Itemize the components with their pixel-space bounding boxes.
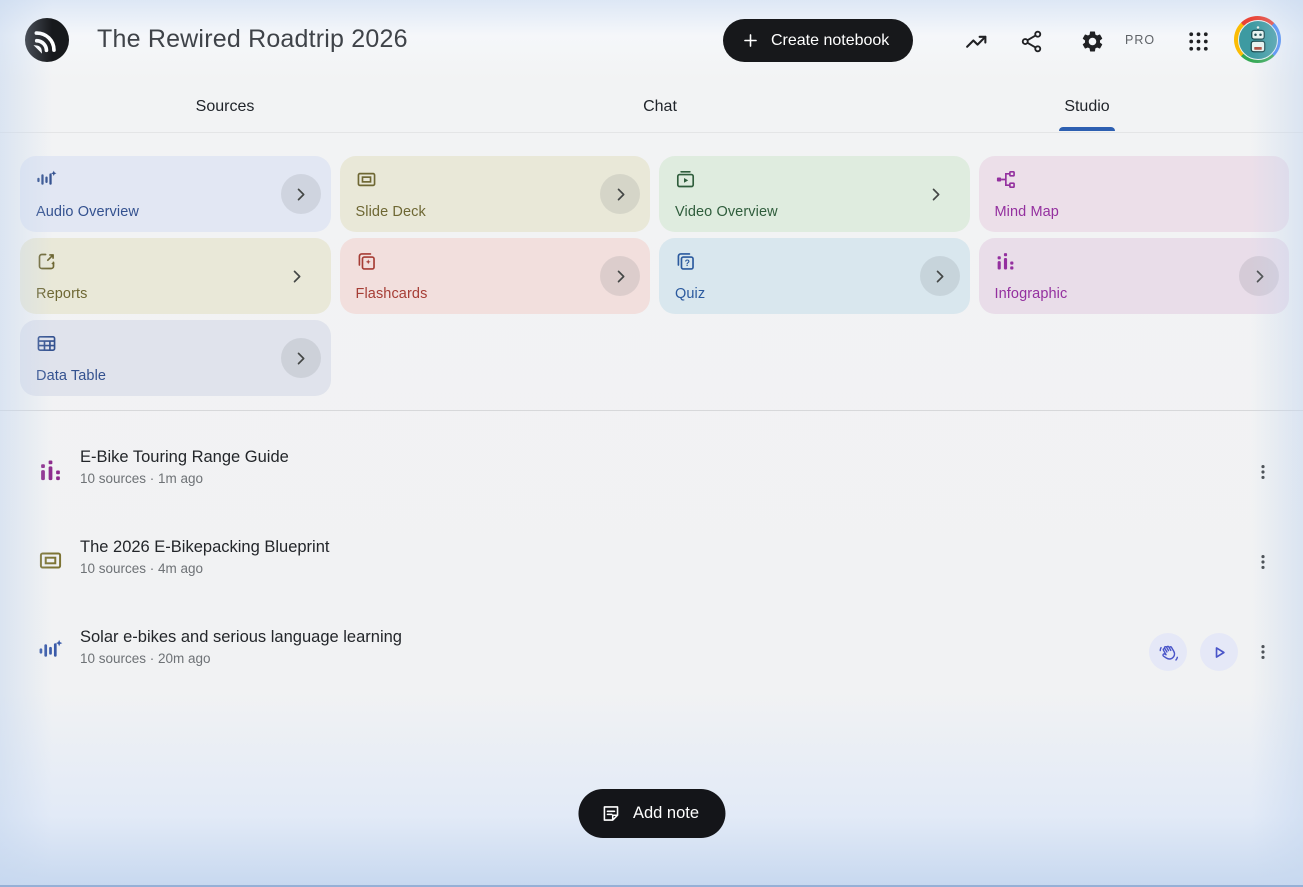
tool-label: Data Table [36, 368, 107, 384]
play-button[interactable] [1200, 633, 1238, 671]
studio-tools-grid: Audio Overview Slide Deck Video Overview Mi… [20, 156, 1289, 396]
tool-label: Audio Overview [36, 204, 139, 220]
tool-label: Quiz [675, 286, 706, 302]
infographic-icon [995, 251, 1016, 272]
artifact-title: Solar e-bikes and serious language learn… [80, 628, 402, 646]
artifact-title: The 2026 E-Bikepacking Blueprint [80, 538, 330, 556]
tab-sources[interactable]: Sources [196, 98, 255, 116]
chevron-right-icon[interactable] [916, 174, 956, 214]
artifact-meta: 10 sources · 20m ago [80, 651, 211, 666]
artifact-meta: 10 sources · 4m ago [80, 561, 204, 576]
data-table-icon [36, 333, 57, 354]
create-notebook-label: Create notebook [771, 31, 890, 49]
tab-bar: Sources Chat Studio [0, 88, 1303, 133]
artifact-text: Solar e-bikes and serious language learn… [80, 628, 402, 666]
chevron-right-icon[interactable] [280, 338, 321, 378]
tool-label: Slide Deck [355, 204, 426, 220]
section-divider [0, 410, 1303, 411]
more-options-icon[interactable] [1251, 543, 1275, 581]
avatar-robot-image [1237, 19, 1278, 60]
tool-label: Video Overview [675, 204, 778, 220]
artifact-actions [1251, 543, 1275, 581]
chevron-right-icon[interactable] [919, 256, 960, 296]
more-options-icon[interactable] [1251, 453, 1275, 491]
audio-waveform-icon [38, 638, 63, 663]
tool-label: Infographic [994, 286, 1068, 302]
add-note-button[interactable]: Add note [577, 789, 726, 838]
chevron-right-icon[interactable] [600, 174, 640, 214]
notebooklm-page: The Rewired Roadtrip 2026 Create noteboo… [0, 0, 1303, 887]
note-icon [603, 806, 618, 821]
artifact-row[interactable]: The 2026 E-Bikepacking Blueprint 10 sourc… [0, 530, 1303, 594]
mind-map-icon [995, 169, 1016, 190]
tool-card-slide-deck[interactable]: Slide Deck [339, 156, 650, 232]
quiz-icon: ? [675, 251, 696, 272]
video-overview-icon [675, 169, 696, 190]
audio-waveform-icon [36, 169, 57, 190]
interactive-mode-button[interactable] [1149, 633, 1187, 671]
tool-card-reports[interactable]: Reports [20, 238, 331, 314]
artifact-row[interactable]: E-Bike Touring Range Guide 10 sources · 1… [0, 440, 1303, 504]
infographic-icon [38, 458, 63, 483]
notebook-title[interactable]: The Rewired Roadtrip 2026 [97, 25, 408, 54]
tool-card-audio-overview[interactable]: Audio Overview [20, 156, 331, 232]
apps-grid-icon[interactable] [1185, 28, 1211, 54]
artifact-actions [1251, 453, 1275, 491]
tool-label: Flashcards [355, 286, 428, 302]
tool-card-infographic[interactable]: Infographic [978, 238, 1289, 314]
artifact-title: E-Bike Touring Range Guide [80, 448, 289, 466]
tool-card-video-overview[interactable]: Video Overview [659, 156, 970, 232]
add-note-label: Add note [632, 804, 700, 822]
pro-badge: PRO [1125, 33, 1156, 47]
tool-card-mind-map[interactable]: Mind Map [978, 156, 1289, 232]
slide-deck-icon [356, 169, 377, 190]
logo-wave-icon [33, 31, 56, 54]
reports-icon [36, 251, 57, 272]
active-tab-indicator [1059, 127, 1115, 131]
analytics-trending-icon[interactable] [963, 28, 989, 54]
tool-card-quiz[interactable]: ? Quiz [659, 238, 970, 314]
tab-studio[interactable]: Studio [1064, 98, 1109, 116]
tab-chat[interactable]: Chat [643, 98, 677, 116]
notebooklm-logo[interactable] [25, 18, 69, 62]
chevron-right-icon[interactable] [1239, 256, 1279, 296]
plus-icon [744, 34, 757, 47]
tool-label: Reports [36, 286, 88, 302]
artifact-actions [1149, 633, 1275, 671]
chevron-right-icon[interactable] [280, 174, 321, 214]
tool-label: Mind Map [994, 204, 1059, 220]
chevron-right-icon[interactable] [600, 256, 640, 296]
user-avatar[interactable] [1234, 16, 1281, 63]
flashcards-icon [356, 251, 377, 272]
svg-text:?: ? [685, 258, 690, 268]
artifact-text: The 2026 E-Bikepacking Blueprint 10 sourc… [80, 538, 329, 576]
create-notebook-button[interactable]: Create notebook [723, 19, 914, 62]
slide-deck-icon [38, 548, 63, 573]
share-icon[interactable] [1018, 28, 1044, 54]
more-options-icon[interactable] [1251, 633, 1275, 671]
tool-card-data-table[interactable]: Data Table [20, 320, 331, 396]
artifact-meta: 10 sources · 1m ago [80, 471, 204, 486]
artifact-row[interactable]: Solar e-bikes and serious language learn… [0, 620, 1303, 684]
chevron-right-icon[interactable] [277, 256, 317, 296]
settings-gear-icon[interactable] [1079, 28, 1105, 54]
tool-card-flashcards[interactable]: Flashcards [339, 238, 650, 314]
artifact-text: E-Bike Touring Range Guide 10 sources · 1… [80, 448, 289, 486]
